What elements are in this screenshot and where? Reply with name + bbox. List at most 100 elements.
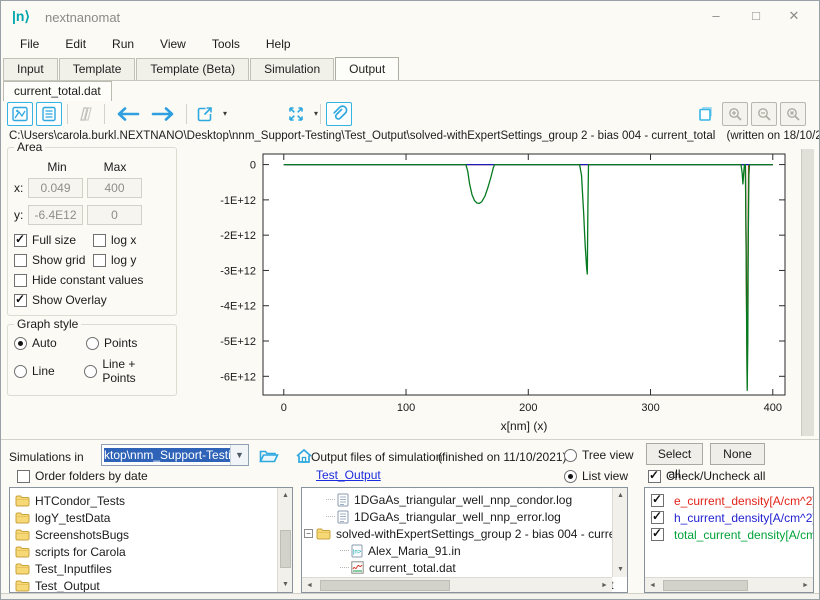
dropdown-caret-icon[interactable]: ▾ (223, 102, 227, 126)
variable-checkbox[interactable] (651, 511, 664, 524)
horizontal-splitter[interactable] (1, 439, 819, 442)
folder-item[interactable]: HTCondor_Tests (10, 492, 292, 509)
tree-item[interactable]: current_total.dat (302, 559, 627, 576)
folder-icon (316, 527, 331, 540)
menu-view[interactable]: View (147, 33, 199, 55)
menu-tools[interactable]: Tools (199, 33, 253, 55)
scroll-thumb[interactable] (280, 530, 291, 568)
collapse-expander-icon[interactable]: − (304, 529, 313, 538)
checkbox-box[interactable] (93, 234, 106, 247)
order-folders-box[interactable] (17, 470, 30, 483)
radio-dot[interactable] (86, 337, 99, 350)
files-vscrollbar[interactable]: ▲ ▼ (612, 488, 627, 577)
folders-vscrollbar[interactable]: ▲ ▼ (277, 488, 292, 592)
plot-view-button[interactable] (7, 102, 33, 126)
scroll-down-icon[interactable]: ▼ (613, 562, 628, 577)
radio-dot[interactable] (14, 337, 27, 350)
variables-hscrollbar[interactable]: ◄ ► (645, 577, 813, 592)
scroll-up-icon[interactable]: ▲ (278, 488, 293, 503)
menu-help[interactable]: Help (253, 33, 304, 55)
current-folder-link[interactable]: Test_Output (316, 468, 381, 482)
variable-item[interactable]: e_current_density[A/cm^2] (645, 492, 813, 509)
doc-tab-current-total-dat[interactable]: current_total.dat (3, 81, 112, 101)
order-folders-checkbox[interactable]: Order folders by date (17, 469, 148, 483)
variable-item[interactable]: h_current_density[A/cm^2] (645, 509, 813, 526)
back-button[interactable] (110, 102, 144, 126)
menu-edit[interactable]: Edit (52, 33, 99, 55)
forward-button[interactable] (147, 102, 181, 126)
checkbox-show-grid[interactable]: Show grid (14, 253, 93, 267)
menu-run[interactable]: Run (99, 33, 147, 55)
folder-item[interactable]: ScreenshotsBugs (10, 526, 292, 543)
folder-item[interactable]: scripts for Carola (10, 543, 292, 560)
variable-checkbox[interactable] (651, 528, 664, 541)
tree-item[interactable]: 1DGaAs_triangular_well_nnp_error.log (302, 508, 627, 525)
radio-line-points[interactable]: Line + Points (84, 357, 170, 385)
radio-auto[interactable]: Auto (14, 336, 86, 350)
scroll-left-icon[interactable]: ◄ (302, 578, 317, 593)
checkbox-box[interactable] (14, 234, 27, 247)
tree-item[interactable]: −solved-withExpertSettings_group 2 - bia… (302, 525, 627, 542)
browse-folder-button[interactable] (255, 444, 282, 467)
scroll-right-icon[interactable]: ► (597, 578, 612, 593)
x-max-input[interactable] (87, 178, 142, 198)
export-button[interactable] (192, 102, 218, 126)
scroll-up-icon[interactable]: ▲ (613, 488, 628, 503)
scroll-left-icon[interactable]: ◄ (645, 578, 660, 593)
checkbox-box[interactable] (14, 274, 27, 287)
minimize-button[interactable]: – (701, 5, 731, 27)
tab-output[interactable]: Output (335, 57, 399, 80)
scroll-thumb[interactable] (663, 580, 748, 591)
folder-item[interactable]: logY_testData (10, 509, 292, 526)
scroll-down-icon[interactable]: ▼ (278, 577, 293, 592)
tree-item[interactable]: |n>Alex_Maria_91.in (302, 542, 627, 559)
list-view-radio[interactable]: List view (564, 469, 628, 483)
check-uncheck-all-checkbox[interactable]: Check/Uncheck all (648, 469, 765, 483)
copy-page-button[interactable] (693, 102, 719, 126)
none-button[interactable]: None (710, 443, 765, 465)
y-min-input[interactable] (28, 205, 83, 225)
checkbox-box[interactable] (14, 254, 27, 267)
tree-item[interactable]: 1DGaAs_triangular_well_nnp_condor.log (302, 491, 627, 508)
simulation-folder-combobox[interactable]: ktop\nnm_Support-Testing ▼ (101, 444, 249, 466)
tree-item-label: 1DGaAs_triangular_well_nnp_error.log (354, 510, 561, 524)
checkbox-box[interactable] (14, 294, 27, 307)
combobox-dropdown-arrow[interactable]: ▼ (230, 445, 248, 465)
close-button[interactable]: ✕ (779, 5, 809, 27)
checkbox-log-y[interactable]: log y (93, 253, 136, 267)
maximize-button[interactable]: □ (741, 5, 771, 27)
dropdown-caret-icon[interactable]: ▾ (314, 102, 318, 126)
scroll-right-icon[interactable]: ► (798, 578, 813, 593)
variable-checkbox[interactable] (651, 494, 664, 507)
tree-view-radio[interactable]: Tree view (564, 448, 634, 462)
check-uncheck-all-box[interactable] (648, 470, 661, 483)
tab-simulation[interactable]: Simulation (250, 58, 334, 80)
x-min-input[interactable] (28, 178, 83, 198)
select-all-button[interactable]: Select all (646, 443, 703, 465)
checkbox-show-overlay[interactable]: Show Overlay (14, 293, 107, 307)
folder-item[interactable]: Test_Output (10, 577, 292, 593)
radio-points[interactable]: Points (86, 336, 137, 350)
tab-input[interactable]: Input (3, 58, 58, 80)
radio-dot[interactable] (84, 365, 97, 378)
folder-item[interactable]: Test_Inputfiles (10, 560, 292, 577)
fit-to-window-button[interactable] (283, 102, 309, 126)
checkbox-hide-constant-values[interactable]: Hide constant values (14, 273, 143, 287)
list-view-radio-dot[interactable] (564, 470, 577, 483)
variable-item[interactable]: total_current_density[A/cm^2] (645, 526, 813, 543)
y-max-input[interactable] (87, 205, 142, 225)
radio-line[interactable]: Line (14, 357, 84, 385)
plot-canvas[interactable]: 01002003004000-1E+12-2E+12-3E+12-4E+12-5… (183, 147, 813, 439)
attach-button[interactable] (326, 102, 352, 126)
tab-template-beta-[interactable]: Template (Beta) (136, 58, 249, 80)
menu-file[interactable]: File (7, 33, 52, 55)
text-view-button[interactable] (36, 102, 62, 126)
files-hscrollbar[interactable]: ◄ ► (302, 577, 612, 592)
checkbox-box[interactable] (93, 254, 106, 267)
checkbox-log-x[interactable]: log x (93, 233, 136, 247)
tree-view-radio-dot[interactable] (564, 449, 577, 462)
checkbox-full-size[interactable]: Full size (14, 233, 93, 247)
scroll-thumb[interactable] (320, 580, 450, 591)
radio-dot[interactable] (14, 365, 27, 378)
tab-template[interactable]: Template (59, 58, 136, 80)
